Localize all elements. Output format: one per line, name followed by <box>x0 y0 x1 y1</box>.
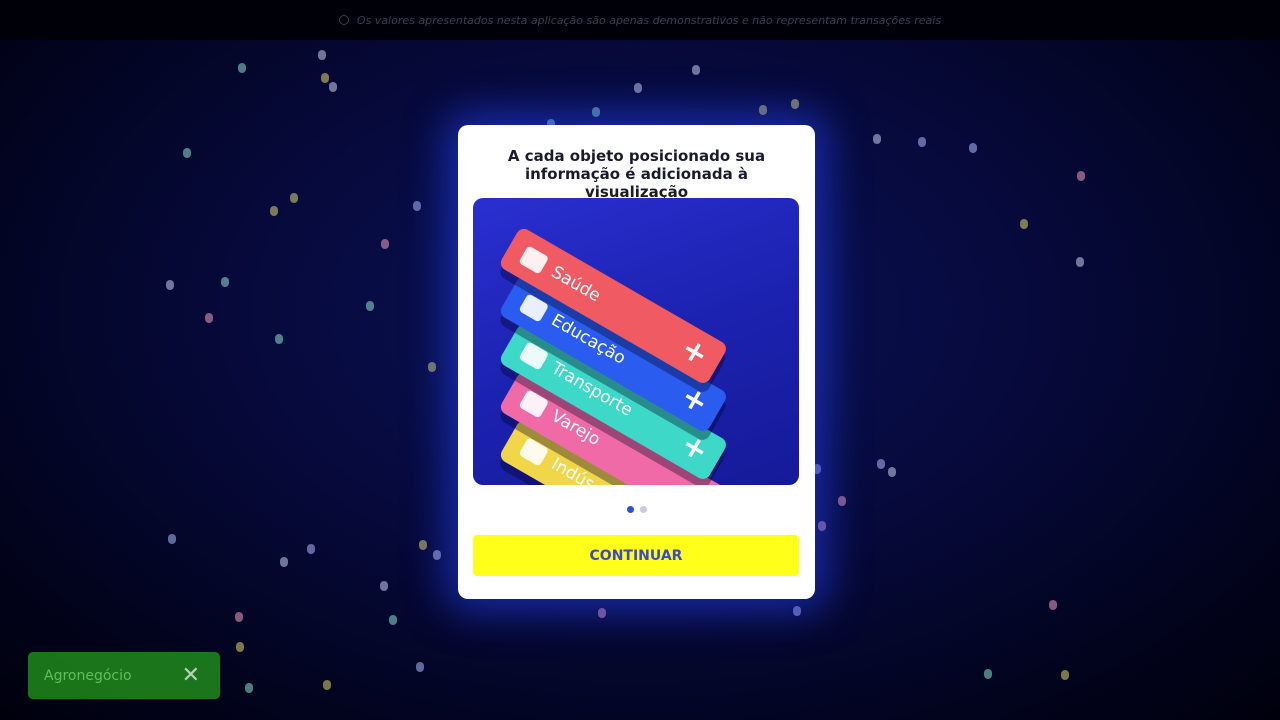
particle <box>918 137 926 147</box>
particle <box>1061 670 1069 680</box>
particle <box>238 63 246 73</box>
particle <box>318 50 326 60</box>
onboarding-modal: A cada objeto posicionado sua informação… <box>458 125 815 599</box>
particle <box>888 467 896 477</box>
shopping-bag-icon <box>518 389 550 419</box>
particle <box>323 680 331 690</box>
particle <box>1076 257 1084 267</box>
particle <box>307 544 315 554</box>
particle <box>321 73 329 83</box>
particle <box>759 105 767 115</box>
particle <box>280 557 288 567</box>
particle <box>634 83 642 93</box>
particle <box>428 362 436 372</box>
particle <box>1020 219 1028 229</box>
particle <box>168 534 176 544</box>
modal-title: A cada objeto posicionado sua informação… <box>507 147 766 201</box>
particle <box>592 107 600 117</box>
particle <box>290 193 298 203</box>
disclaimer-banner: Os valores apresentados nesta aplicação … <box>0 0 1280 40</box>
particle <box>433 550 441 560</box>
particle <box>270 206 278 216</box>
pager-dots <box>458 506 815 513</box>
particle <box>1049 600 1057 610</box>
particle <box>366 301 374 311</box>
pager-dot-2[interactable] <box>639 506 647 513</box>
graduation-cap-icon <box>518 293 550 323</box>
disclaimer-text: Os valores apresentados nesta aplicação … <box>356 13 942 27</box>
particle <box>793 606 801 616</box>
particle <box>183 148 191 158</box>
particle <box>275 334 283 344</box>
particle <box>416 662 424 672</box>
category-cards: Indús+Varejo+Transporte+Educação+Saúde+ <box>473 198 799 485</box>
particle <box>791 99 799 109</box>
particle <box>413 201 421 211</box>
particle <box>389 615 397 625</box>
close-icon[interactable]: ✕ <box>182 664 200 687</box>
particle <box>877 459 885 469</box>
particle <box>245 683 253 693</box>
category-stack-illustration: Indús+Varejo+Transporte+Educação+Saúde+ <box>473 198 799 485</box>
particle <box>329 82 337 92</box>
particle <box>380 581 388 591</box>
first-aid-icon <box>518 245 550 275</box>
particle <box>166 280 174 290</box>
continue-button[interactable]: CONTINUAR <box>473 535 799 576</box>
pager-dot-1[interactable] <box>626 506 634 513</box>
particle <box>235 612 243 622</box>
toast-label: Agronegócio <box>44 667 132 684</box>
particle <box>818 521 826 531</box>
factory-icon <box>518 437 550 467</box>
info-icon <box>338 15 349 25</box>
particle <box>221 277 229 287</box>
particle <box>236 642 244 652</box>
particle <box>873 134 881 144</box>
particle <box>419 540 427 550</box>
particle <box>984 669 992 679</box>
particle <box>838 496 846 506</box>
particle <box>598 608 606 618</box>
particle <box>692 65 700 75</box>
car-icon <box>518 341 550 371</box>
particle <box>1077 171 1085 181</box>
category-toast: Agronegócio ✕ <box>28 652 220 699</box>
particle <box>205 313 213 323</box>
particle <box>381 239 389 249</box>
particle <box>969 143 977 153</box>
